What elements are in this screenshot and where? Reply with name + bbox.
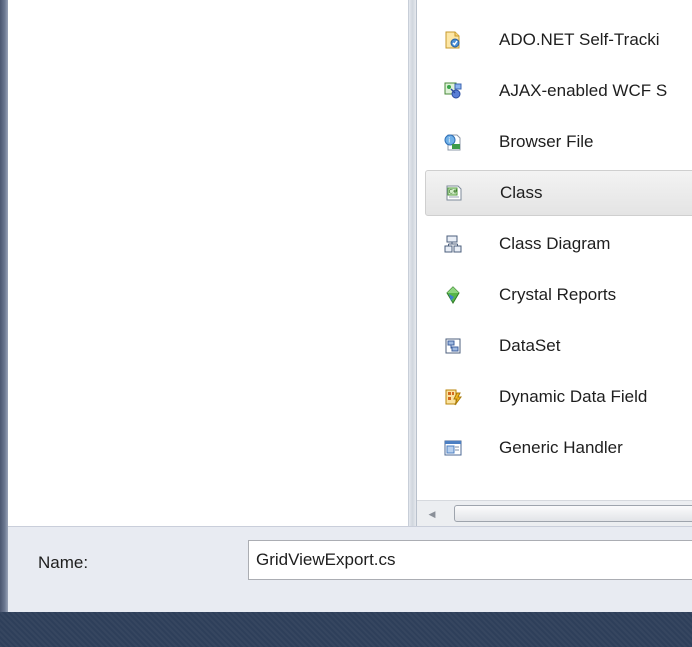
template-list: ADO.NET Self-Tracki AJAX-enabled WCF S i… [417,0,692,500]
template-item-class[interactable]: C# Class [425,170,692,216]
name-row: Name: [8,526,692,612]
scroll-left-icon[interactable]: ◀ [426,507,438,521]
name-input[interactable] [248,540,692,580]
template-item-dynamic-data-field[interactable]: Dynamic Data Field [425,374,692,420]
template-item-ajax-wcf-service[interactable]: AJAX-enabled WCF S [425,68,692,114]
template-item-label: AJAX-enabled WCF S [499,81,668,100]
horizontal-scrollbar[interactable]: ◀ ⦙⦙⦙ [417,500,692,526]
generic-handler-icon [443,438,463,458]
ado-net-self-tracking-icon [443,30,463,50]
pane-splitter[interactable] [408,0,417,526]
scrollbar-thumb[interactable]: ⦙⦙⦙ [454,505,692,522]
csharp-class-icon: C# [444,183,464,203]
template-item-label: ADO.NET Self-Tracki [499,30,660,49]
template-item-generic-handler[interactable]: Generic Handler [425,425,692,471]
dialog-left-border [0,0,8,612]
template-item-ado-net-self-tracking[interactable]: ADO.NET Self-Tracki [425,17,692,63]
browser-file-icon: i [443,132,463,152]
svg-text:i: i [448,137,450,145]
template-item-browser-file[interactable]: i Browser File [425,119,692,165]
template-item-label: Class [500,183,543,202]
name-label: Name: [38,553,89,572]
template-item-label: Generic Handler [499,438,623,457]
template-item-crystal-reports[interactable]: Crystal Reports [425,272,692,318]
installed-templates-pane [8,0,408,526]
dynamic-data-field-icon [443,387,463,407]
template-item-label: DataSet [499,336,561,355]
template-item-label: Class Diagram [499,234,611,253]
class-diagram-icon [443,234,463,254]
dialog-bottom-bar [0,612,692,647]
template-item-label: Crystal Reports [499,285,617,304]
template-item-class-diagram[interactable]: Class Diagram [425,221,692,267]
dataset-icon [443,336,463,356]
ajax-wcf-service-icon [443,81,463,101]
template-item-dataset[interactable]: DataSet [425,323,692,369]
svg-text:C#: C# [449,189,458,196]
template-item-label: Browser File [499,132,594,151]
template-item-label: Dynamic Data Field [499,387,648,406]
crystal-reports-icon [443,285,463,305]
